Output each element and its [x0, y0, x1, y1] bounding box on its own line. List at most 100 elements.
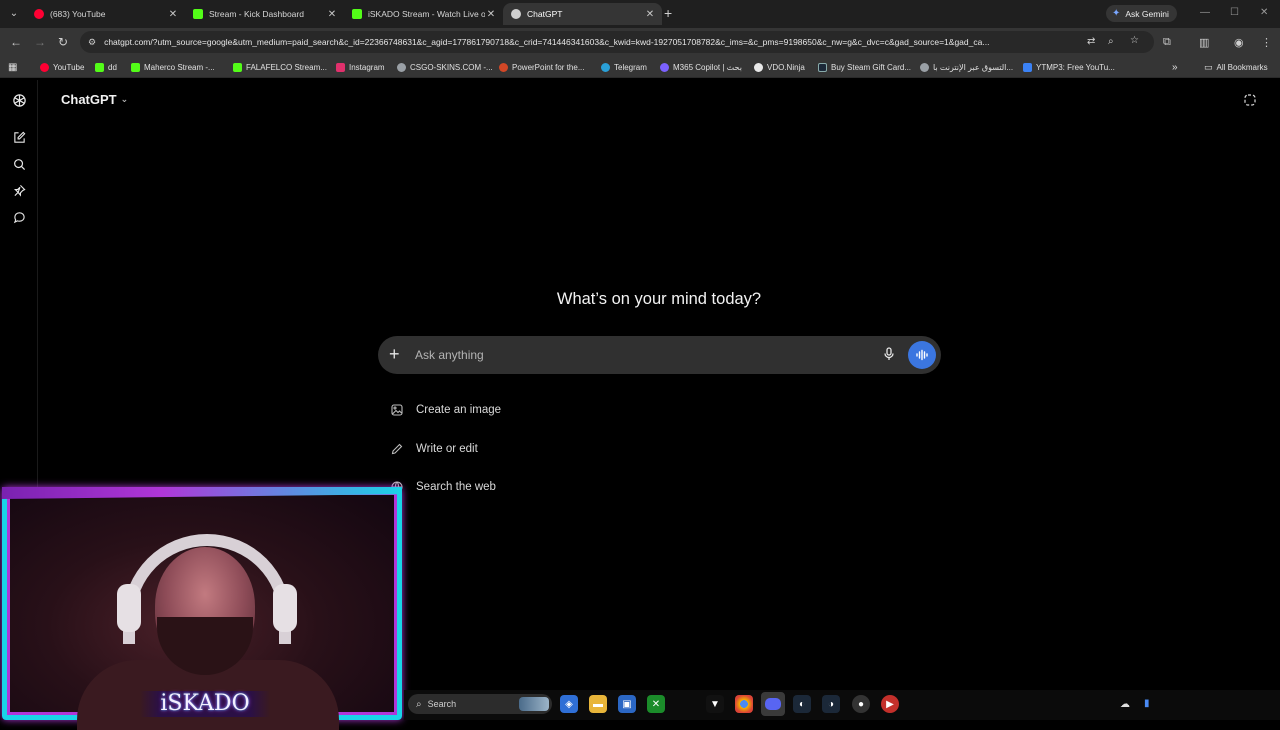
minimize-icon[interactable]: — [1200, 7, 1210, 18]
bookmark-online-shopping[interactable]: التسوق عبر الإنترنت با... [920, 60, 1013, 74]
taskbar-app-icon[interactable]: ◈ [560, 695, 578, 713]
pin-icon[interactable] [11, 182, 27, 198]
forward-icon[interactable]: → [34, 35, 46, 49]
bookmark-label: التسوق عبر الإنترنت با... [933, 62, 1014, 72]
tradingview-icon[interactable]: ▼ [706, 695, 724, 713]
apps-grid-icon[interactable]: ▦ [8, 60, 17, 74]
tab-search-menu-icon[interactable]: ⌄ [6, 6, 22, 22]
suggestion-search-web[interactable]: Search the web [390, 477, 496, 497]
chat-bubble-icon[interactable] [11, 209, 27, 225]
discord-icon[interactable] [761, 692, 785, 716]
powerpoint-icon [499, 62, 508, 72]
bookmark-label: VDO.Ninja [767, 62, 805, 72]
model-selector[interactable]: ChatGPT ⌄ [61, 92, 128, 107]
bookmark-csgo-skins[interactable]: CSGO-SKINS.COM -... [397, 60, 493, 74]
attach-plus-icon[interactable]: + [389, 344, 400, 364]
suggestion-label: Search the web [416, 481, 496, 493]
suggestion-write-edit[interactable]: Write or edit [390, 439, 478, 459]
bookmarks-bar: ▦ YouTube dd Maherco Stream -... FALAFEL… [0, 56, 1280, 78]
address-bar[interactable]: ⚙ chatgpt.com/?utm_source=google&utm_med… [80, 31, 1154, 53]
bookmark-label: Telegram [614, 62, 647, 72]
steam-alt-icon[interactable]: ◑ [822, 695, 840, 713]
xbox-icon[interactable]: ✕ [647, 695, 665, 713]
tab-kick-dashboard[interactable]: Stream - Kick Dashboard ✕ [185, 3, 344, 25]
new-chat-icon[interactable] [11, 129, 27, 145]
tab-close-icon[interactable]: ✕ [485, 9, 497, 20]
maximize-icon[interactable]: ☐ [1230, 7, 1239, 18]
voice-mode-button[interactable] [908, 341, 936, 369]
bookmark-falafelco[interactable]: FALAFELCO Stream... [233, 60, 327, 74]
tab-chatgpt[interactable]: ChatGPT ✕ [503, 3, 662, 25]
youtube-favicon-icon [34, 9, 44, 19]
suggestion-label: Write or edit [416, 443, 478, 455]
bookmark-powerpoint[interactable]: PowerPoint for the... [499, 60, 584, 74]
headphone-cup-left [117, 584, 141, 632]
back-icon[interactable]: ← [10, 35, 22, 49]
gemini-sparkle-icon: ✦ [1112, 8, 1121, 19]
prompt-input[interactable] [415, 345, 875, 365]
chrome-icon[interactable] [735, 695, 753, 713]
tab-youtube[interactable]: (683) YouTube ✕ [26, 3, 185, 25]
ask-gemini-button[interactable]: ✦ Ask Gemini [1106, 5, 1177, 22]
chat-composer: + [378, 336, 941, 374]
tab-close-icon[interactable]: ✕ [167, 9, 179, 20]
bookmark-label: Buy Steam Gift Card... [831, 62, 912, 72]
new-tab-plus-icon[interactable]: + [664, 5, 672, 21]
tab-iskado-stream[interactable]: iSKADO Stream - Watch Live on ✕ [344, 3, 503, 25]
site-info-icon[interactable]: ⚙ [88, 37, 96, 48]
kick-icon [131, 62, 140, 72]
download-icon [1023, 62, 1032, 72]
openai-logo-icon[interactable] [11, 92, 27, 108]
translate-icon[interactable]: ⇄ [1087, 36, 1095, 47]
headphones-icon [123, 534, 291, 644]
steam-icon[interactable]: ◐ [793, 695, 811, 713]
suggestion-label: Create an image [416, 404, 502, 416]
search-icon: ⌕ [416, 698, 422, 710]
obs-icon[interactable]: ● [852, 695, 870, 713]
microphone-icon[interactable] [883, 347, 895, 366]
globe-icon [920, 62, 929, 72]
store-icon[interactable]: ▣ [618, 695, 636, 713]
side-panel-icon[interactable]: ▥ [1199, 36, 1209, 49]
extensions-icon[interactable]: ⧉ [1163, 36, 1171, 49]
taskbar-search[interactable]: ⌕ Search [408, 694, 552, 714]
bookmark-vdo-ninja[interactable]: VDO.Ninja [754, 60, 805, 74]
bookmark-label: Maherco Stream -... [144, 62, 215, 72]
bookmark-label: M365 Copilot | بحث [673, 62, 742, 72]
temporary-chat-icon[interactable] [1243, 93, 1257, 112]
file-explorer-icon[interactable]: ▬ [589, 695, 607, 713]
bookmark-maherco[interactable]: Maherco Stream -... [131, 60, 215, 74]
ask-gemini-label: Ask Gemini [1125, 8, 1169, 19]
vdo-ninja-icon [754, 62, 763, 72]
youtube-icon [40, 62, 49, 72]
webcam-overlay: iSKADO [2, 487, 402, 730]
tab-close-icon[interactable]: ✕ [326, 9, 338, 20]
bookmark-ytmp3[interactable]: YTMP3: Free YouTu... [1023, 60, 1115, 74]
tab-close-icon[interactable]: ✕ [644, 9, 656, 20]
reload-icon[interactable]: ↻ [58, 35, 68, 49]
more-bookmarks-chevron-icon[interactable]: » [1172, 60, 1178, 74]
tray-app-icon[interactable]: ▮ [1144, 698, 1150, 709]
browser-tab-bar: ⌄ (683) YouTube ✕ Stream - Kick Dashboar… [0, 0, 1280, 28]
bookmark-dd[interactable]: dd [95, 60, 117, 74]
suggestion-create-image[interactable]: Create an image [390, 400, 501, 420]
bookmark-telegram[interactable]: Telegram [601, 60, 647, 74]
telegram-icon [601, 62, 610, 72]
bookmark-steam-gift-card[interactable]: Buy Steam Gift Card... [818, 60, 911, 74]
bookmark-m365-copilot[interactable]: M365 Copilot | بحث [660, 60, 742, 74]
tab-title: Stream - Kick Dashboard [209, 9, 304, 19]
search-chats-icon[interactable] [11, 156, 27, 172]
url-text[interactable]: chatgpt.com/?utm_source=google&utm_mediu… [104, 37, 1082, 47]
bookmark-star-icon[interactable]: ☆ [1130, 35, 1139, 46]
bookmark-youtube[interactable]: YouTube [40, 60, 84, 74]
bookmark-label: YouTube [53, 62, 85, 72]
zoom-icon[interactable]: ⌕ [1108, 36, 1114, 47]
tab-title: ChatGPT [527, 9, 563, 19]
media-player-icon[interactable]: ▶ [881, 695, 899, 713]
onedrive-cloud-icon[interactable]: ☁ [1120, 699, 1130, 710]
window-close-icon[interactable]: ✕ [1260, 7, 1268, 18]
menu-kebab-icon[interactable]: ⋮ [1261, 36, 1272, 49]
bookmark-instagram[interactable]: Instagram [336, 60, 385, 74]
all-bookmarks-button[interactable]: ▭ All Bookmarks [1204, 60, 1268, 74]
profile-icon[interactable]: ◉ [1234, 36, 1244, 49]
